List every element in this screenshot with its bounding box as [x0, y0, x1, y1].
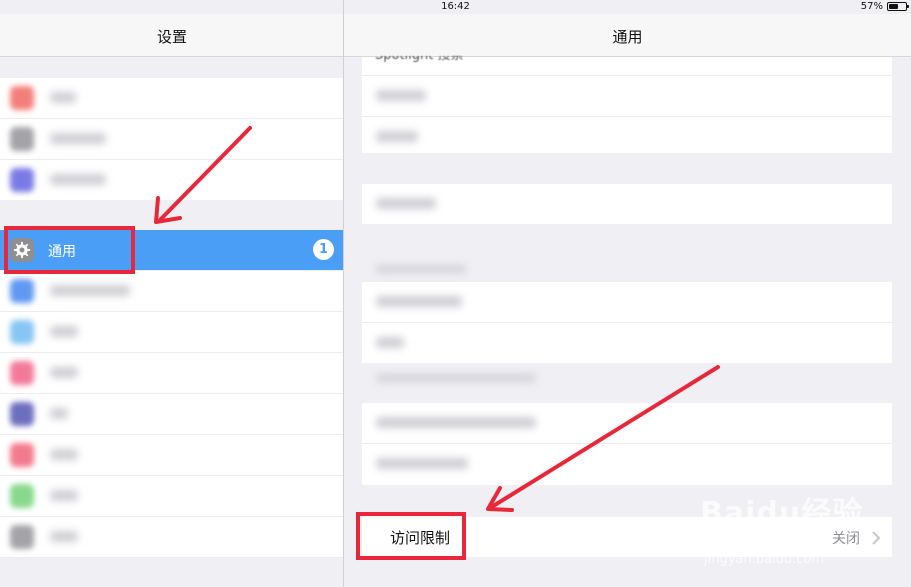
arrow-line-general — [158, 126, 252, 222]
arrow-line-restrictions — [488, 365, 720, 510]
arrow-head-restrictions — [486, 486, 514, 512]
watermark-logo: Baidu经验 — [700, 496, 864, 531]
watermark-url: jingyan.baidu.com — [704, 552, 824, 567]
